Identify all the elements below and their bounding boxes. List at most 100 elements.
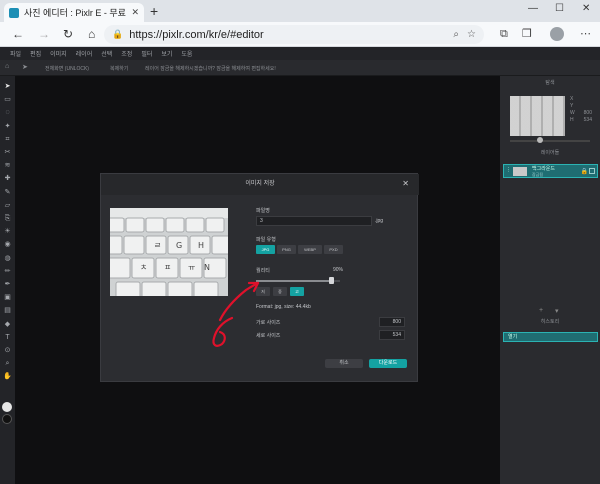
nav-h-label: H <box>570 117 574 123</box>
heal-icon[interactable]: ✚ <box>3 174 12 183</box>
sponge-icon[interactable]: ◍ <box>3 254 12 263</box>
filename-input[interactable]: 3 <box>256 216 372 226</box>
navigator-title: 탐색 <box>545 80 555 86</box>
layer-locked-label: 잠금됨 <box>532 172 544 177</box>
dialog-title: 이미지 저장 <box>101 174 419 195</box>
minimize-button[interactable]: — <box>528 3 538 14</box>
menu-edit[interactable]: 편집 <box>30 49 41 58</box>
crop-icon[interactable]: ⌗ <box>3 135 12 144</box>
quality-high-button[interactable]: 고 <box>290 287 304 296</box>
menu-layer[interactable]: 레이어 <box>76 49 93 58</box>
file-extension: .jpg <box>375 218 384 224</box>
zoom-icon[interactable]: ⌕ <box>3 359 12 368</box>
menu-help[interactable]: 도움 <box>181 49 192 58</box>
fullscreen-option[interactable]: 전체화면 (UNLOCK) <box>45 65 89 72</box>
zoom-slider-track[interactable] <box>510 140 590 142</box>
pen-icon[interactable]: ✒ <box>3 280 12 289</box>
quality-label: 퀄리티 <box>256 268 270 274</box>
layer-settings-icon[interactable]: ▾ <box>555 307 559 315</box>
extensions-icon[interactable]: ⧉ <box>500 28 508 40</box>
menu-filter[interactable]: 필터 <box>141 49 152 58</box>
home-button[interactable]: ⌂ <box>88 27 95 41</box>
svg-text:ㅠ: ㅠ <box>188 263 195 272</box>
lock-icon[interactable]: 🔒 <box>581 168 588 175</box>
layer-row[interactable]: ⋮ 백그라운드 잠금됨 🔒 <box>503 164 598 178</box>
clone-icon[interactable]: ⎘ <box>3 214 12 223</box>
layer-thumbnail <box>513 167 527 176</box>
close-window-button[interactable]: ✕ <box>582 3 590 14</box>
history-title: 히스토리 <box>540 319 560 325</box>
duplicate-option[interactable]: 복제하기 <box>110 65 128 72</box>
tab-close-icon[interactable]: ✕ <box>131 7 139 18</box>
arrange-tool-icon: ➤ <box>22 64 28 71</box>
marquee-icon[interactable]: ▭ <box>3 95 12 104</box>
nav-x-label: X <box>570 96 574 102</box>
menu-image[interactable]: 이미지 <box>50 49 67 58</box>
favorites-add-icon[interactable]: ☆ <box>467 29 476 40</box>
home-icon[interactable]: ⌂ <box>5 63 9 70</box>
filetype-png-button[interactable]: PNG <box>277 245 296 254</box>
hand-icon[interactable]: ✋ <box>3 372 12 381</box>
quality-value: 90% <box>333 267 344 273</box>
primary-color-swatch[interactable] <box>2 402 12 412</box>
address-toolbar: ← → ↻ ⌂ 🔒 https://pixlr.com/kr/e/#editor… <box>0 22 600 47</box>
refresh-button[interactable]: ↻ <box>63 27 73 41</box>
browser-tab[interactable]: 사진 에디터 : Pixlr E - 무료 이미지 ✕ <box>4 3 144 22</box>
zoom-slider-knob[interactable] <box>537 137 543 143</box>
more-icon[interactable]: ⋯ <box>580 28 591 40</box>
shape-icon[interactable]: ◆ <box>3 320 12 329</box>
filetype-webp-button[interactable]: WEBP <box>298 245 322 254</box>
nav-h-value: 534 <box>583 117 592 123</box>
new-tab-button[interactable]: + <box>150 4 158 18</box>
tool-options-bar: ⌂ ➤ 전체화면 (UNLOCK) 복제하기 레이어 잠금을 해제하시겠습니까?… <box>0 60 600 76</box>
history-item[interactable]: 열기 <box>503 332 598 342</box>
keyboard-preview-image: G H ㅊ ㅍ ㅠ ㄹ N <box>110 208 228 296</box>
download-button[interactable]: 다운로드 <box>369 359 407 368</box>
maximize-button[interactable]: ☐ <box>555 3 564 14</box>
eraser-icon[interactable]: ▱ <box>3 201 12 210</box>
dodge-icon[interactable]: ☀ <box>3 227 12 236</box>
liquify-icon[interactable]: ≋ <box>3 161 12 170</box>
zoom-icon[interactable]: ⌕ <box>453 29 459 40</box>
menu-adjust[interactable]: 조정 <box>121 49 132 58</box>
browser-tab-bar: 사진 에디터 : Pixlr E - 무료 이미지 ✕ + — ☐ ✕ <box>0 0 600 22</box>
lasso-icon[interactable]: ◌ <box>3 108 12 117</box>
quality-medium-button[interactable]: 중 <box>273 287 287 296</box>
layer-checkbox[interactable] <box>589 168 595 174</box>
wand-icon[interactable]: ✦ <box>3 122 12 131</box>
svg-text:N: N <box>204 263 210 272</box>
blur-icon[interactable]: ◉ <box>3 240 12 249</box>
arrange-icon[interactable]: ➤ <box>3 82 12 91</box>
secondary-color-swatch[interactable] <box>2 414 12 424</box>
format-info: Format: jpg, size: 44.4kb <box>256 304 311 310</box>
width-input[interactable]: 800 <box>379 317 405 327</box>
svg-text:ㄹ: ㄹ <box>154 241 161 250</box>
close-icon[interactable]: ✕ <box>402 180 409 188</box>
quality-slider-knob[interactable] <box>329 277 335 284</box>
filetype-pxd-button[interactable]: PXD <box>324 245 343 254</box>
url-bar[interactable]: 🔒 https://pixlr.com/kr/e/#editor ⌕ ☆ <box>104 25 484 44</box>
menu-file[interactable]: 파일 <box>10 49 21 58</box>
height-input[interactable]: 534 <box>379 330 405 340</box>
editor-menubar: 파일 편집 이미지 레이어 선택 조정 필터 보기 도움 <box>0 47 600 60</box>
fill-icon[interactable]: ▣ <box>3 293 12 302</box>
cutout-icon[interactable]: ✂ <box>3 148 12 157</box>
back-button[interactable]: ← <box>12 27 24 41</box>
menu-select[interactable]: 선택 <box>101 49 112 58</box>
layer-visibility-icon[interactable]: ⋮ <box>506 167 511 173</box>
forward-button[interactable]: → <box>38 27 50 41</box>
navigator-thumbnail[interactable] <box>510 96 565 136</box>
text-icon[interactable]: T <box>3 333 12 342</box>
brush-icon[interactable]: ✎ <box>3 188 12 197</box>
quality-low-button[interactable]: 저 <box>256 287 270 296</box>
gradient-icon[interactable]: ▤ <box>3 306 12 315</box>
drawing-icon[interactable]: ✏ <box>3 267 12 276</box>
color-picker-icon[interactable]: ⊙ <box>3 346 12 355</box>
collections-icon[interactable]: ❒ <box>522 28 532 40</box>
profile-avatar[interactable] <box>550 27 564 41</box>
add-layer-icon[interactable]: + <box>539 307 543 314</box>
filetype-jpg-button[interactable]: JPG <box>256 245 275 254</box>
right-panel: 탐색 X Y W 800 H 534 레이어들 ⋮ 백그라운드 잠금됨 🔒 + ▾ … <box>500 76 600 484</box>
cancel-button[interactable]: 취소 <box>325 359 363 368</box>
menu-view[interactable]: 보기 <box>161 49 172 58</box>
